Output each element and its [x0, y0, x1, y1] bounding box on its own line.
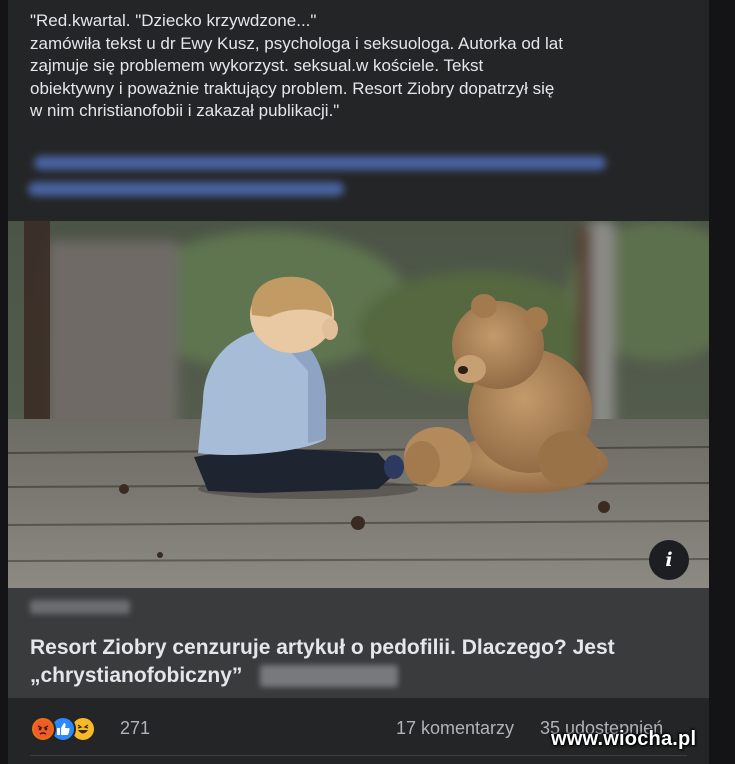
blurred-title-fragment: [260, 665, 399, 688]
link-title-line: Resort Ziobry cenzuruje artykuł o pedofi…: [30, 636, 615, 659]
blurred-link-text[interactable]: [28, 148, 628, 208]
reaction-count[interactable]: 271: [120, 718, 150, 739]
info-icon[interactable]: i: [649, 540, 689, 580]
post-text-line: w nim christianofobii i zakazał publikac…: [30, 101, 340, 120]
angry-reaction-icon: [30, 716, 56, 742]
blurred-link-line: [28, 182, 344, 196]
post-text-line: obiektywny i poważnie traktujący problem…: [30, 78, 555, 98]
facebook-post: "Red.kwartal. "Dziecko krzywdzone..." za…: [8, 0, 709, 764]
blurred-link-line: [34, 156, 606, 170]
divider: [30, 755, 687, 756]
post-text: "Red.kwartal. "Dziecko krzywdzone..." za…: [30, 10, 700, 123]
link-preview-card[interactable]: Resort Ziobry cenzuruje artykuł o pedofi…: [8, 588, 709, 698]
link-title-line: „chrystianofobiczny”: [30, 662, 690, 690]
link-preview-title[interactable]: Resort Ziobry cenzuruje artykuł o pedofi…: [30, 634, 690, 690]
watermark: www.wiocha.pl: [551, 728, 697, 750]
blurred-link-domain: [30, 600, 130, 614]
comments-count[interactable]: 17 komentarzy: [396, 718, 514, 739]
child-with-teddy-bear-image: [8, 221, 709, 588]
post-photo[interactable]: i: [8, 221, 709, 588]
post-text-line: "Red.kwartal. "Dziecko krzywdzone...": [30, 11, 317, 30]
post-text-line: zajmuje się problemem wykorzyst. seksual…: [30, 56, 484, 75]
post-text-line: zamówiła tekst u dr Ewy Kusz, psychologa…: [30, 33, 563, 53]
